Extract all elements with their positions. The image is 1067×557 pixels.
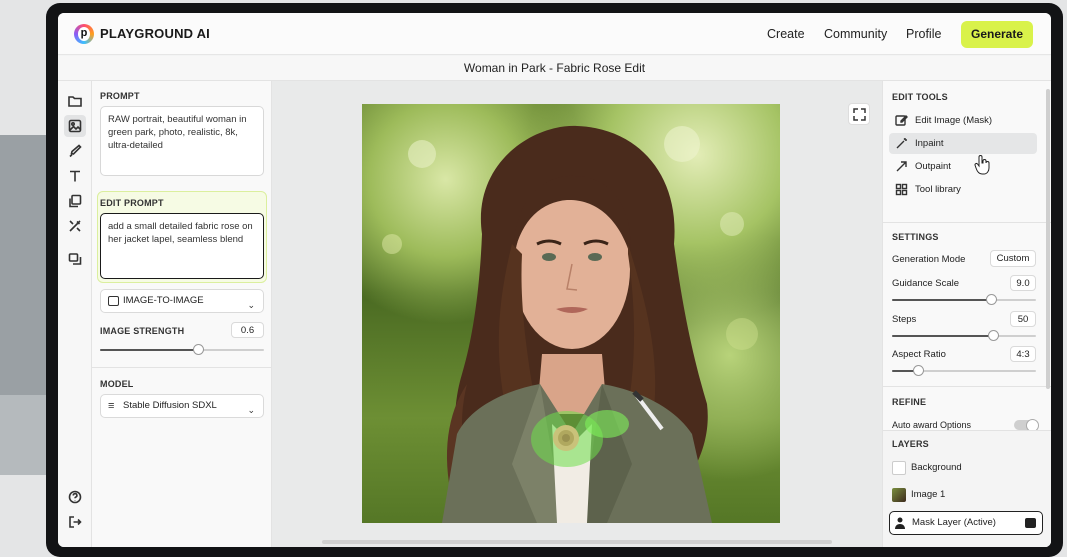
folder-icon[interactable]: [64, 90, 86, 112]
grid-icon: [895, 183, 908, 196]
edit-prompt-label: EDIT PROMPT: [100, 198, 164, 208]
chevron-down-icon: ⌄: [247, 405, 255, 415]
expand-icon[interactable]: [848, 103, 870, 125]
edit-icon: [895, 115, 908, 126]
panel-divider: [92, 367, 272, 368]
background-shelf-lower: [0, 395, 50, 475]
tools-icon[interactable]: [64, 215, 86, 237]
steps-slider[interactable]: [892, 330, 1036, 341]
playground-logo-icon[interactable]: [74, 24, 94, 44]
magic-wand-icon: [896, 138, 907, 149]
top-navigation: PLAYGROUND AI Create Community Profile G…: [58, 13, 1051, 55]
panel-divider: [883, 222, 1051, 223]
image-strength-value[interactable]: 0.6: [231, 322, 264, 338]
layers-panel: LAYERS Background Image 1 Mask Layer (Ac…: [883, 430, 1051, 547]
aspect-ratio-slider[interactable]: [892, 365, 1036, 376]
image-select-icon[interactable]: [64, 115, 86, 137]
layers-label: LAYERS: [892, 439, 929, 449]
tool-label: Inpaint: [915, 138, 944, 149]
outpaint-icon: [896, 161, 907, 172]
model-value: Stable Diffusion SDXL: [123, 400, 217, 411]
steps-label: Steps: [892, 314, 917, 325]
help-icon[interactable]: [64, 486, 86, 508]
edit-prompt-textarea[interactable]: add a small detailed fabric rose on her …: [100, 213, 264, 279]
layer-thumbnail: [892, 461, 906, 475]
tool-outpaint[interactable]: Outpaint: [889, 156, 1037, 177]
guidance-scale-slider[interactable]: [892, 294, 1036, 305]
guidance-scale-value[interactable]: 9.0: [1010, 275, 1036, 291]
tool-label: Tool library: [915, 184, 961, 195]
layer-image-1[interactable]: Image 1: [889, 484, 1043, 506]
horizontal-scrollbar[interactable]: [322, 540, 832, 544]
app-screen: PLAYGROUND AI Create Community Profile G…: [58, 13, 1051, 547]
edit-tools-label: EDIT TOOLS: [892, 92, 948, 102]
hand-cursor-icon: [974, 155, 990, 175]
steps-fill: [892, 335, 993, 337]
tool-edit-image-mask[interactable]: Edit Image (Mask): [889, 110, 1037, 131]
logout-icon[interactable]: [64, 511, 86, 533]
text-icon[interactable]: [64, 165, 86, 187]
compare-icon[interactable]: [64, 248, 86, 270]
model-label: MODEL: [100, 379, 134, 389]
generation-mode-label: Generation Mode: [892, 254, 966, 265]
vertical-scrollbar[interactable]: [1046, 89, 1050, 389]
portrait-image[interactable]: [362, 104, 780, 523]
guidance-scale-label: Guidance Scale: [892, 278, 960, 289]
layers-stack-icon: ≡: [108, 400, 115, 412]
refine-toggle[interactable]: [1014, 419, 1039, 432]
nav-community[interactable]: Community: [824, 27, 887, 41]
aspect-ratio-label: Aspect Ratio: [892, 349, 946, 360]
model-dropdown[interactable]: ≡ Stable Diffusion SDXL ⌄: [100, 394, 264, 418]
chevron-down-icon: ⌄: [247, 300, 255, 310]
image-icon: [108, 296, 119, 306]
image-strength-knob[interactable]: [193, 344, 205, 355]
aspect-ratio-knob[interactable]: [912, 365, 924, 376]
aspect-ratio-value[interactable]: 4:3: [1010, 346, 1036, 362]
mask-person-icon: [893, 516, 907, 530]
tool-label: Edit Image (Mask): [915, 115, 993, 126]
image-strength-label: IMAGE STRENGTH: [100, 326, 185, 336]
tool-inpaint[interactable]: Inpaint: [889, 133, 1037, 154]
nav-profile[interactable]: Profile: [906, 27, 941, 41]
portrait-illustration: [382, 125, 758, 523]
tool-iconbar: [58, 81, 92, 547]
tool-label: Outpaint: [915, 161, 951, 172]
image-strength-fill: [100, 349, 199, 351]
nav-create[interactable]: Create: [767, 27, 805, 41]
mode-dropdown[interactable]: IMAGE-TO-IMAGE ⌄: [100, 289, 264, 313]
settings-label: SETTINGS: [892, 232, 939, 242]
steps-knob[interactable]: [987, 330, 999, 341]
edit-tools-panel: EDIT TOOLS Edit Image (Mask) Inpaint Out…: [882, 81, 1051, 547]
copy-icon[interactable]: [64, 190, 86, 212]
panel-divider: [883, 386, 1051, 387]
tool-library[interactable]: Tool library: [889, 179, 1037, 200]
layer-label: Image 1: [911, 489, 946, 500]
layer-label: Background: [911, 462, 962, 473]
mode-value: IMAGE-TO-IMAGE: [123, 295, 204, 306]
generation-mode-select[interactable]: Custom: [990, 250, 1036, 267]
refine-label: REFINE: [892, 397, 927, 407]
layer-mask-active[interactable]: Mask Layer (Active): [889, 511, 1043, 535]
image-icon: [1025, 518, 1036, 528]
guidance-scale-fill: [892, 299, 992, 301]
layer-thumbnail: [892, 488, 906, 502]
prompt-label: PROMPT: [100, 91, 140, 101]
canvas-area: [272, 81, 882, 547]
brand-name: PLAYGROUND AI: [100, 26, 210, 41]
prompt-textarea[interactable]: RAW portrait, beautiful woman in green p…: [100, 106, 264, 176]
refine-option-label: Auto award Options: [892, 420, 972, 430]
image-strength-slider[interactable]: [100, 344, 264, 355]
layer-background[interactable]: Background: [889, 457, 1043, 479]
generate-button[interactable]: Generate: [961, 21, 1033, 48]
guidance-scale-knob[interactable]: [986, 294, 998, 305]
steps-value[interactable]: 50: [1010, 311, 1036, 327]
brush-icon[interactable]: [64, 140, 86, 162]
prompt-panel: PROMPT RAW portrait, beautiful woman in …: [92, 81, 272, 547]
document-title: Woman in Park - Fabric Rose Edit: [58, 56, 1051, 81]
layer-label: Mask Layer (Active): [912, 517, 996, 528]
